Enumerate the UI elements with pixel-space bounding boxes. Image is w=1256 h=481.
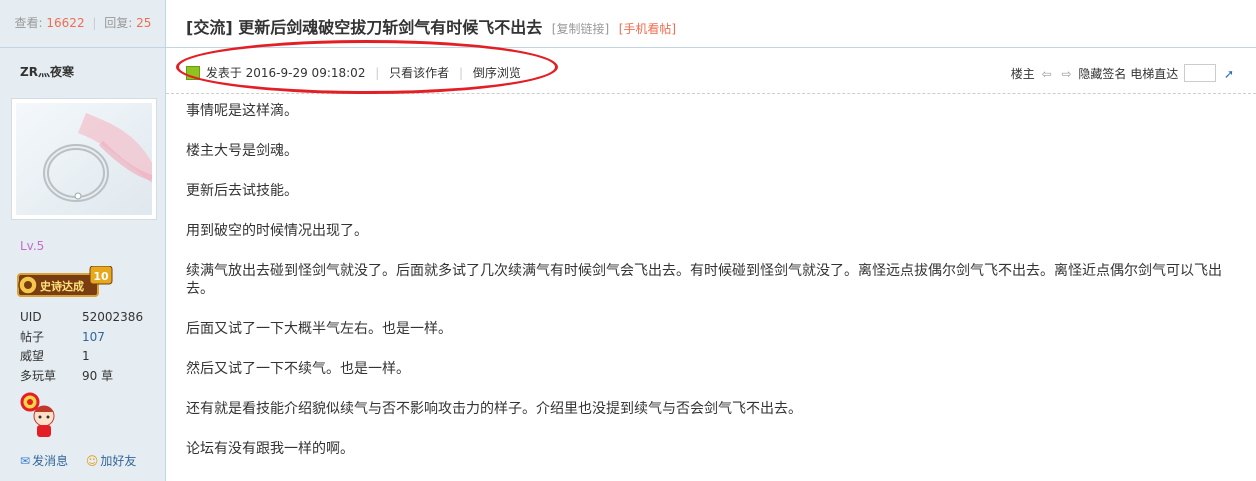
author-actions: ✉ 发消息 ☺ 加好友 <box>20 452 150 469</box>
thread-header: [交流] 更新后剑魂破空拔刀斩剑气有时候飞不出去 [复制链接] [手机看帖] <box>166 0 1256 48</box>
views-count: 16622 <box>46 16 85 30</box>
views-label: 查看: <box>14 16 43 30</box>
post-paragraph: 更新后去试技能。 <box>186 183 298 199</box>
thread-title: [交流] 更新后剑魂破空拔刀斩剑气有时候飞不出去 [复制链接] [手机看帖] <box>186 18 677 37</box>
thread-stats: 查看: 16622 | 回复: 25 <box>0 0 166 48</box>
post-main: [交流] 更新后剑魂破空拔刀斩剑气有时候飞不出去 [复制链接] [手机看帖] 发… <box>166 0 1256 481</box>
add-friend-button[interactable]: ☺ 加好友 <box>86 454 137 468</box>
hide-signature-link[interactable]: 隐藏签名 <box>1078 67 1126 81</box>
copy-link-button[interactable]: [复制链接] <box>552 22 609 36</box>
post-paragraph: 楼主大号是剑魂。 <box>186 143 298 159</box>
post-paragraph: 用到破空的时候情况出现了。 <box>186 223 368 239</box>
add-friend-icon: ☺ <box>85 454 99 468</box>
post-meta-bar: 发表于 2016-9-29 09:18:02 | 只看该作者 | 倒序浏览 楼主… <box>166 48 1256 94</box>
mascot-icon <box>18 392 60 440</box>
avatar[interactable] <box>11 98 157 220</box>
post-content: 事情呢是这样滴。 楼主大号是剑魂。 更新后去试技能。 用到破空的时候情况出现了。… <box>186 102 1236 480</box>
post-paragraph: 后面又试了一下大概半气左右。也是一样。 <box>186 321 452 337</box>
go-icon[interactable]: ➚ <box>1224 67 1234 81</box>
mobile-view-link[interactable]: [手机看帖] <box>619 22 676 36</box>
online-status-icon <box>186 66 200 80</box>
profile-posts: 帖子 107 <box>20 329 105 344</box>
floor-jump-input[interactable] <box>1184 64 1217 82</box>
next-arrow-icon[interactable]: ⇨ <box>1062 67 1072 81</box>
replies-count: 25 <box>136 16 152 30</box>
medal-badge: 史诗达成 10 <box>16 265 114 298</box>
mail-icon: ✉ <box>20 454 31 468</box>
elevator-label: 电梯直达 <box>1130 67 1179 81</box>
post-paragraph: 论坛有没有跟我一样的啊。 <box>186 441 354 457</box>
reverse-order-link[interactable]: 倒序浏览 <box>473 66 521 80</box>
post-paragraph: 续满气放出去碰到怪剑气就没了。后面就多试了几次续满气有时候剑气会飞出去。有时候碰… <box>186 263 1222 297</box>
author-name[interactable]: ZR灬夜寒 <box>20 63 74 80</box>
post-paragraph: 然后又试了一下不续气。也是一样。 <box>186 361 410 377</box>
author-profile: UID 52002386 帖子 107 威望 1 多玩草 90 草 <box>20 308 150 386</box>
medal-label: 史诗达成 <box>40 279 84 293</box>
post-tools: 楼主 ⇦ ⇨ 隐藏签名 电梯直达 ➚ <box>1011 64 1234 82</box>
replies-label: 回复: <box>104 16 133 30</box>
post-paragraph: 事情呢是这样滴。 <box>186 103 298 119</box>
post-time: 发表于 2016-9-29 09:18:02 <box>205 66 366 80</box>
floor-label: 楼主 <box>1010 67 1035 81</box>
send-message-button[interactable]: ✉ 发消息 <box>20 454 68 468</box>
post-info: 发表于 2016-9-29 09:18:02 | 只看该作者 | 倒序浏览 <box>186 64 521 81</box>
profile-prestige: 威望 1 <box>20 349 90 363</box>
profile-grass: 多玩草 90 草 <box>20 368 114 383</box>
user-level: Lv.5 <box>20 239 45 253</box>
author-sidebar: 查看: 16622 | 回复: 25 ZR灬夜寒 Lv.5 史诗达成 10 UI… <box>0 0 166 481</box>
medal-level: 10 <box>93 270 109 283</box>
prev-arrow-icon[interactable]: ⇦ <box>1042 67 1052 81</box>
profile-uid: UID 52002386 <box>20 310 144 324</box>
only-author-link[interactable]: 只看该作者 <box>389 66 449 80</box>
post-paragraph: 还有就是看技能介绍貌似续气与否不影响攻击力的样子。介绍里也没提到续气与否会剑气飞… <box>186 401 802 417</box>
